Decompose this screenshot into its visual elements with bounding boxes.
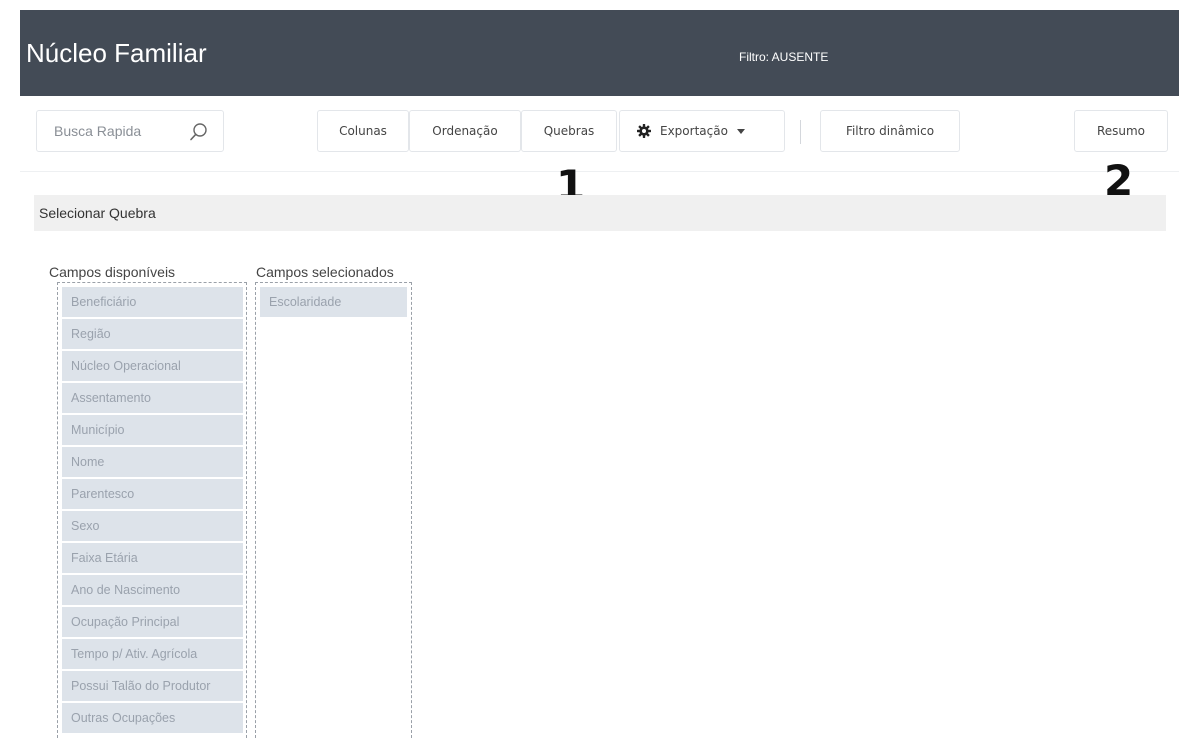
available-field-item[interactable]: Município bbox=[62, 415, 243, 445]
quick-search bbox=[36, 110, 224, 152]
available-field-item[interactable]: Parentesco bbox=[62, 479, 243, 509]
available-field-item[interactable]: Outras Ocupações bbox=[62, 703, 243, 733]
export-dropdown-button[interactable]: Exportação bbox=[619, 110, 785, 152]
dynamic-filter-button[interactable]: Filtro dinâmico bbox=[820, 110, 960, 152]
available-field-item[interactable]: Beneficiário bbox=[62, 287, 243, 317]
toolbar-divider bbox=[800, 120, 801, 144]
sort-button[interactable]: Ordenação bbox=[409, 110, 521, 152]
breaks-button[interactable]: Quebras bbox=[521, 110, 617, 152]
available-field-item[interactable]: Núcleo Operacional bbox=[62, 351, 243, 381]
available-fields-list[interactable]: Beneficiário Região Núcleo Operacional A… bbox=[57, 282, 247, 738]
app-header: Núcleo Familiar Filtro: AUSENTE bbox=[20, 10, 1179, 96]
available-field-item[interactable]: Sexo bbox=[62, 511, 243, 541]
available-fields-header: Campos disponíveis bbox=[49, 264, 176, 280]
section-title: Selecionar Quebra bbox=[39, 205, 156, 221]
available-field-item[interactable]: Ano de Nascimento bbox=[62, 575, 243, 605]
available-field-item[interactable]: Nome bbox=[62, 447, 243, 477]
caret-down-icon bbox=[736, 128, 745, 134]
available-field-item[interactable]: Faixa Etária bbox=[62, 543, 243, 573]
selected-field-item[interactable]: Escolaridade bbox=[260, 287, 407, 317]
toolbar: Colunas Ordenação Quebras Exportação Fil… bbox=[20, 96, 1179, 172]
export-button-label: Exportação bbox=[660, 124, 728, 138]
available-field-item[interactable]: Assentamento bbox=[62, 383, 243, 413]
available-field-item[interactable]: Região bbox=[62, 319, 243, 349]
gear-icon bbox=[637, 124, 651, 138]
available-field-item[interactable]: Possui Talão do Produtor bbox=[62, 671, 243, 701]
section-header: Selecionar Quebra bbox=[34, 195, 1166, 231]
filter-status: Filtro: AUSENTE bbox=[739, 50, 829, 64]
available-field-item[interactable]: Ocupação Principal bbox=[62, 607, 243, 637]
search-input[interactable] bbox=[37, 111, 187, 151]
page-title: Núcleo Familiar bbox=[26, 38, 207, 68]
search-icon[interactable] bbox=[189, 122, 209, 142]
columns-button[interactable]: Colunas bbox=[317, 110, 409, 152]
selected-fields-list[interactable]: Escolaridade bbox=[255, 282, 412, 738]
available-field-item[interactable]: Tempo p/ Ativ. Agrícola bbox=[62, 639, 243, 669]
summary-button[interactable]: Resumo bbox=[1074, 110, 1168, 152]
selected-fields-header: Campos selecionados bbox=[256, 264, 394, 280]
